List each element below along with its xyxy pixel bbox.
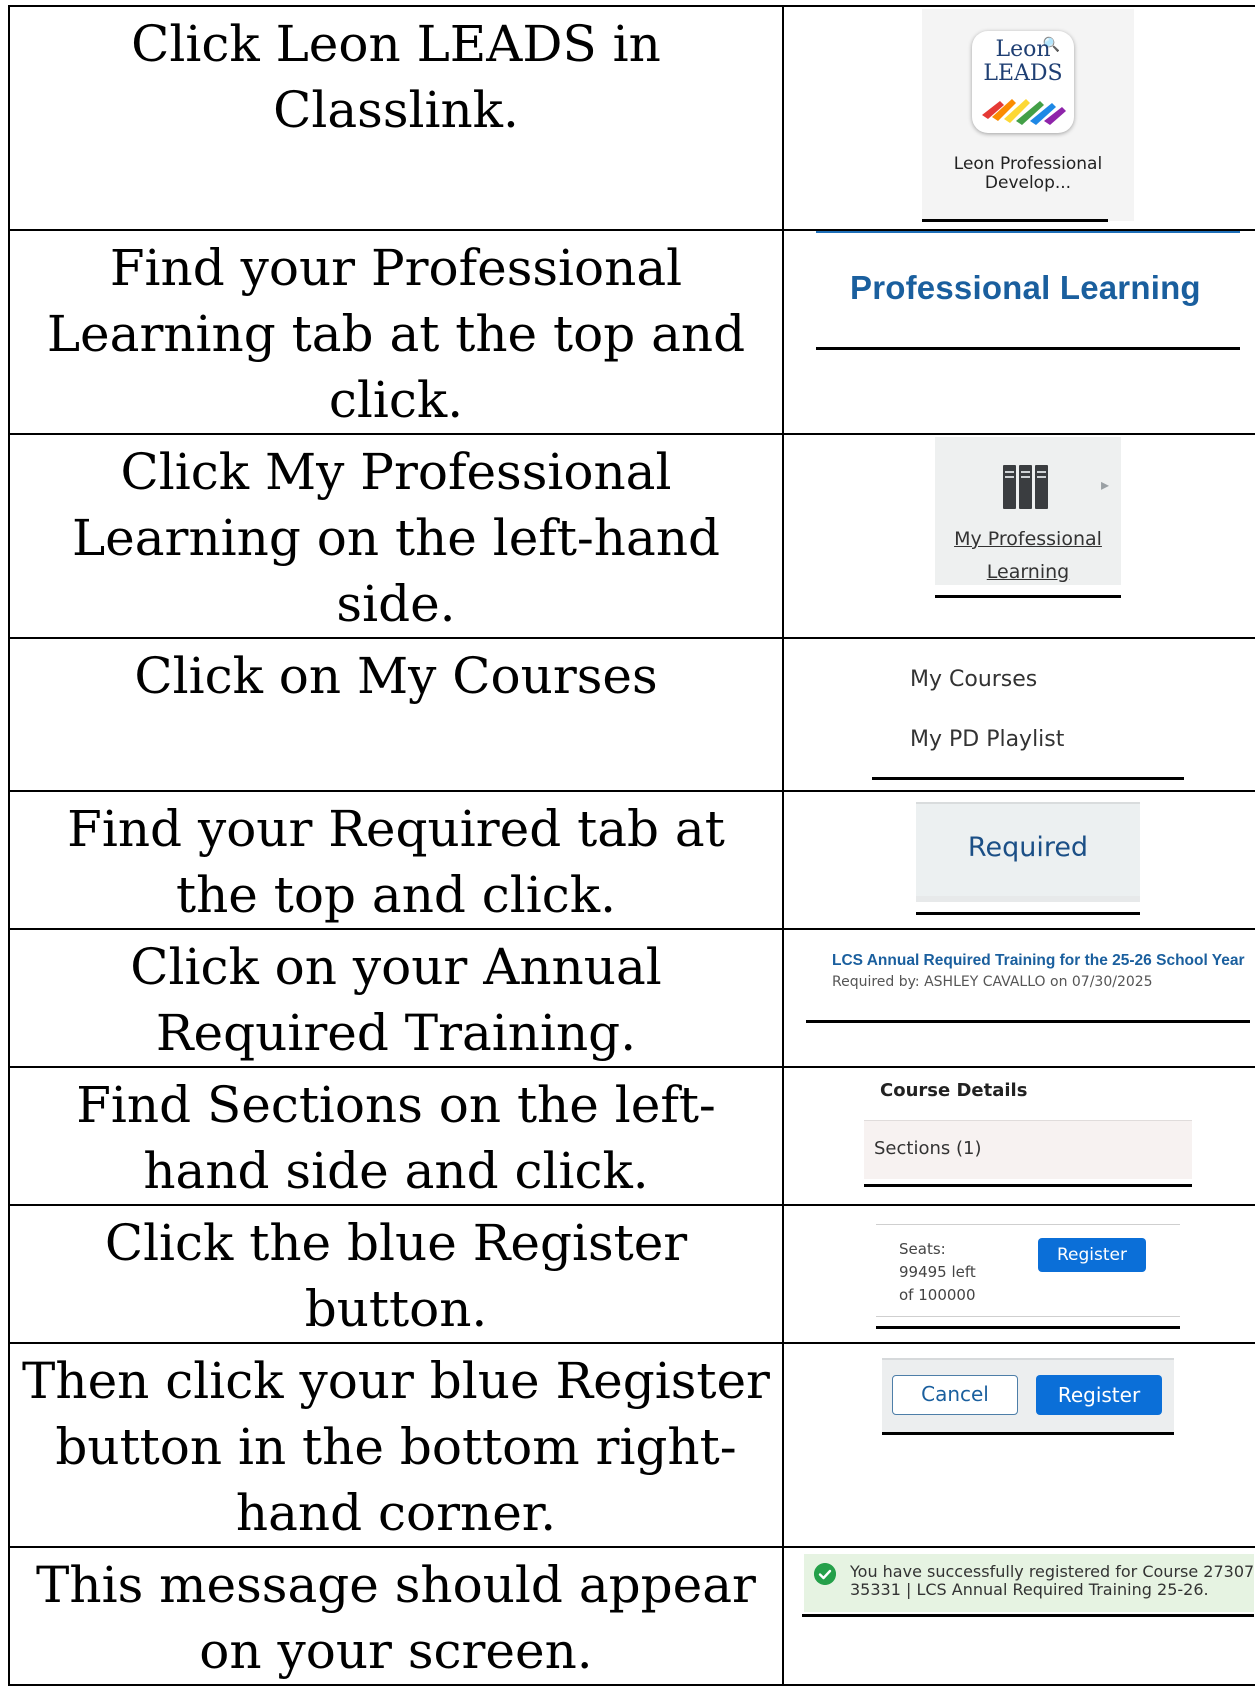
step-row: Click on your Annual Required Training. … — [8, 928, 1255, 1068]
instructions-table: Click Leon LEADS in Classlink. 🔍 Leon LE… — [8, 5, 1255, 1686]
my-professional-learning-label: My Professional Learning — [935, 523, 1121, 589]
underline — [816, 347, 1240, 350]
step-instruction: Click on My Courses — [8, 637, 784, 792]
my-courses-link[interactable]: My Courses — [910, 667, 1037, 692]
step-screenshot: LCS Annual Required Training for the 25-… — [782, 928, 1255, 1068]
step-row: Find your Required tab at the top and cl… — [8, 790, 1255, 930]
message-line1: You have successfully registered for Cou… — [850, 1562, 1255, 1581]
success-message: You have successfully registered for Cou… — [850, 1563, 1254, 1599]
step-screenshot: Cancel Register — [782, 1342, 1255, 1548]
step-row: Click My Professional Learning on the le… — [8, 433, 1255, 639]
underline — [806, 1020, 1250, 1023]
cancel-button[interactable]: Cancel — [892, 1375, 1018, 1415]
underline — [876, 1326, 1180, 1329]
seats-total: of 100000 — [899, 1286, 976, 1304]
step-screenshot: Required — [782, 790, 1255, 930]
seats-left: 99495 left — [899, 1263, 976, 1281]
seats-info: Seats: 99495 left of 100000 — [899, 1238, 976, 1307]
sections-menu-item[interactable]: Sections (1) — [864, 1120, 1192, 1179]
step-instruction: Click on your Annual Required Training. — [8, 928, 784, 1068]
step-instruction: Click My Professional Learning on the le… — [8, 433, 784, 639]
underline — [872, 777, 1184, 780]
divider — [876, 1224, 1180, 1225]
step-instruction: Find your Professional Learning tab at t… — [8, 229, 784, 435]
step-instruction: Click Leon LEADS in Classlink. — [8, 5, 784, 231]
step-screenshot: 🔍 Leon LEADS Leon Professional Develop..… — [782, 5, 1255, 231]
step-instruction: Find your Required tab at the top and cl… — [8, 790, 784, 930]
course-title-link[interactable]: LCS Annual Required Training for the 25-… — [832, 952, 1245, 970]
step-screenshot: Course Details Sections (1) — [782, 1066, 1255, 1206]
professional-learning-tab[interactable]: Professional Learning — [850, 269, 1201, 307]
step-screenshot: Professional Learning — [782, 229, 1255, 435]
step-instruction: Click the blue Register button. — [8, 1204, 784, 1344]
underline — [935, 595, 1121, 598]
logo-text-leon: Leon — [995, 37, 1051, 62]
message-line2: 35331 | LCS Annual Required Training 25-… — [850, 1580, 1209, 1599]
divider — [876, 1316, 1180, 1317]
seats-label: Seats: — [899, 1240, 946, 1258]
app-name-line2: Develop... — [984, 173, 1072, 193]
app-name-line1: Leon Professional — [953, 154, 1103, 174]
step-row: Find Sections on the left-hand side and … — [8, 1066, 1255, 1206]
underline — [802, 1614, 1254, 1617]
underline — [916, 912, 1140, 915]
step-row: This message should appear on your scree… — [8, 1546, 1255, 1686]
modal-register-button[interactable]: Register — [1036, 1375, 1162, 1415]
success-toast: You have successfully registered for Cou… — [804, 1554, 1254, 1612]
step-instruction: This message should appear on your scree… — [8, 1546, 784, 1686]
underline — [922, 219, 1108, 222]
tab-bottom-border — [916, 896, 1140, 902]
required-by-text: Required by: ASHLEY CAVALLO on 07/30/202… — [832, 974, 1153, 990]
check-circle-icon — [814, 1563, 836, 1585]
step-screenshot: My Courses My PD Playlist — [782, 637, 1255, 792]
step-instruction: Find Sections on the left-hand side and … — [8, 1066, 784, 1206]
bookshelf-icon — [1003, 465, 1048, 509]
course-details-heading: Course Details — [880, 1080, 1028, 1101]
register-button[interactable]: Register — [1038, 1238, 1146, 1272]
step-row: Click Leon LEADS in Classlink. 🔍 Leon LE… — [8, 5, 1255, 231]
required-tab[interactable]: Required — [916, 802, 1140, 898]
step-row: Find your Professional Learning tab at t… — [8, 229, 1255, 435]
sections-label: Sections (1) — [874, 1138, 982, 1159]
step-row: Click on My Courses My Courses My PD Pla… — [8, 637, 1255, 792]
app-name: Leon Professional Develop... — [922, 155, 1134, 193]
nav-top-border — [816, 231, 1240, 233]
my-professional-learning-menu[interactable]: ▸ My Professional Learning — [935, 437, 1121, 585]
step-instruction: Then click your blue Register button in … — [8, 1342, 784, 1548]
chevron-right-icon: ▸ — [1101, 475, 1110, 494]
step-row: Then click your blue Register button in … — [8, 1342, 1255, 1548]
logo-text-leads: LEADS — [983, 61, 1063, 86]
label-line2: Learning — [986, 561, 1070, 583]
step-screenshot: Seats: 99495 left of 100000 Register — [782, 1204, 1255, 1344]
underline — [864, 1184, 1192, 1187]
leon-leads-logo: 🔍 Leon LEADS — [972, 31, 1074, 133]
modal-footer: Cancel Register — [882, 1358, 1174, 1432]
label-line1: My Professional — [954, 528, 1102, 550]
step-screenshot: ▸ My Professional Learning — [782, 433, 1255, 639]
step-screenshot: You have successfully registered for Cou… — [782, 1546, 1255, 1686]
underline — [882, 1432, 1174, 1435]
step-row: Click the blue Register button. Seats: 9… — [8, 1204, 1255, 1344]
required-tab-label: Required — [967, 832, 1089, 863]
rainbow-arrows-icon — [982, 99, 1066, 125]
leon-leads-app-tile[interactable]: 🔍 Leon LEADS Leon Professional Develop..… — [922, 9, 1134, 221]
my-pd-playlist-link[interactable]: My PD Playlist — [910, 727, 1064, 752]
